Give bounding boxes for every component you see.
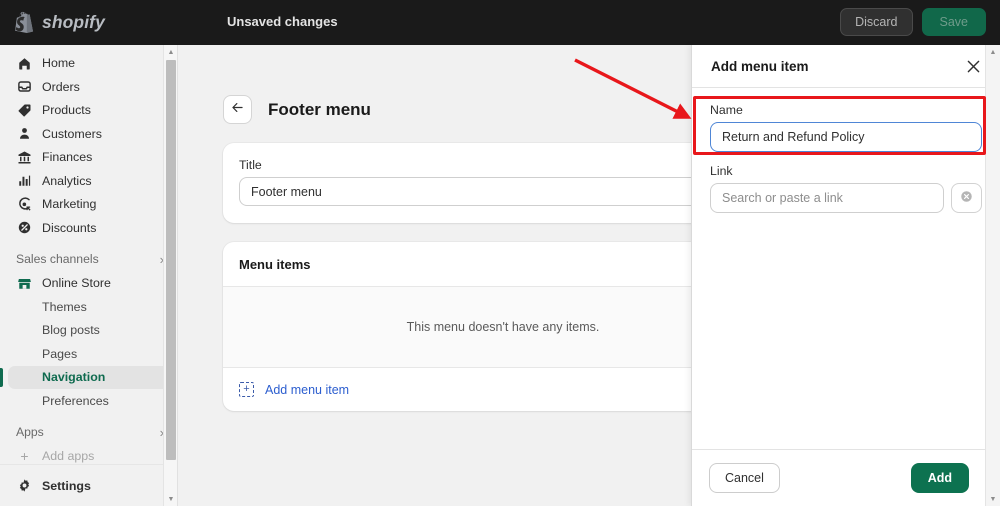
shopify-logo[interactable]: shopify xyxy=(14,11,105,35)
sidebar-item-label: Home xyxy=(42,56,76,71)
scroll-up-arrow-icon[interactable]: ▲ xyxy=(164,45,177,59)
sidebar-section-sales-channels[interactable]: Sales channels › xyxy=(8,248,170,270)
sidebar-item-label: Online Store xyxy=(42,276,111,291)
save-button[interactable]: Save xyxy=(921,8,986,36)
scroll-down-arrow-icon[interactable]: ▼ xyxy=(986,492,1000,506)
empty-state-message: This menu doesn't have any items. xyxy=(223,287,691,367)
add-menu-item-drawer: Add menu item Name Link Cancel Add xyxy=(691,45,1000,506)
sidebar-item-discounts[interactable]: Discounts xyxy=(8,217,170,240)
link-field-row xyxy=(710,183,982,213)
sidebar-item-navigation[interactable]: Navigation xyxy=(0,366,170,389)
menu-items-heading: Menu items xyxy=(239,257,311,272)
sales-channels-label: Sales channels xyxy=(16,252,99,266)
sidebar-item-label: Blog posts xyxy=(42,323,100,338)
sidebar-item-label: Discounts xyxy=(42,220,97,235)
drawer-footer: Cancel Add xyxy=(692,449,986,506)
sidebar-item-products[interactable]: Products xyxy=(8,99,170,122)
sidebar-item-label: Navigation xyxy=(42,370,106,385)
sidebar-item-pages[interactable]: Pages xyxy=(8,343,170,366)
sidebar-item-home[interactable]: Home xyxy=(8,52,170,75)
sidebar-section-apps[interactable]: Apps › xyxy=(8,421,170,443)
sidebar-item-analytics[interactable]: Analytics xyxy=(8,170,170,193)
sidebar-scroll-area: Home Orders Products Customers Finances … xyxy=(0,45,177,465)
sidebar: Home Orders Products Customers Finances … xyxy=(0,45,178,506)
analytics-bars-icon xyxy=(16,172,33,189)
arrow-left-icon xyxy=(231,101,244,119)
clear-link-button[interactable] xyxy=(951,183,982,213)
add-menu-item-label: Add menu item xyxy=(265,382,350,397)
products-tag-icon xyxy=(16,102,33,119)
sidebar-item-label: Themes xyxy=(42,299,87,314)
sidebar-item-label: Customers xyxy=(42,126,102,141)
sidebar-item-marketing[interactable]: Marketing xyxy=(8,193,170,216)
sidebar-footer: Settings xyxy=(0,464,177,506)
marketing-megaphone-icon xyxy=(16,196,33,213)
main-content: Footer menu Title Menu items This menu d… xyxy=(178,45,691,506)
sidebar-item-customers[interactable]: Customers xyxy=(8,123,170,146)
sidebar-item-settings[interactable]: Settings xyxy=(8,474,170,497)
scroll-up-arrow-icon[interactable]: ▲ xyxy=(986,45,1000,59)
sidebar-item-label: Pages xyxy=(42,346,78,361)
page-title: Footer menu xyxy=(268,99,371,119)
title-field-label: Title xyxy=(239,158,262,172)
sidebar-item-label: Marketing xyxy=(42,197,97,212)
name-input[interactable] xyxy=(710,122,982,152)
page-header: Footer menu xyxy=(223,95,691,124)
shopify-bag-icon xyxy=(15,11,34,33)
topbar-actions: Discard Save xyxy=(840,8,986,36)
sidebar-scrollbar-thumb[interactable] xyxy=(166,60,176,460)
back-button[interactable] xyxy=(223,95,252,124)
drawer-scrollbar[interactable]: ▲ ▼ xyxy=(985,45,1000,506)
sidebar-item-label: Analytics xyxy=(42,173,92,188)
close-icon[interactable] xyxy=(962,55,984,77)
drawer-title: Add menu item xyxy=(711,58,809,74)
customer-person-icon xyxy=(16,125,33,142)
orders-inbox-icon xyxy=(16,78,33,95)
sidebar-item-blog-posts[interactable]: Blog posts xyxy=(8,319,170,342)
gear-icon xyxy=(16,477,33,494)
sidebar-item-label: Finances xyxy=(42,150,93,165)
top-bar: shopify Unsaved changes Discard Save xyxy=(0,0,1000,45)
brand-wordmark: shopify xyxy=(42,12,105,32)
unsaved-changes-status: Unsaved changes xyxy=(227,14,338,29)
sidebar-item-online-store[interactable]: Online Store xyxy=(8,272,170,295)
sidebar-item-label: Products xyxy=(42,103,91,118)
discounts-tag-icon xyxy=(16,219,33,236)
sidebar-item-add-apps[interactable]: + Add apps xyxy=(8,445,170,465)
sidebar-item-orders[interactable]: Orders xyxy=(8,76,170,99)
sidebar-scrollbar[interactable]: ▲ ▼ xyxy=(163,45,177,506)
link-field-label: Link xyxy=(710,164,733,178)
scroll-down-arrow-icon[interactable]: ▼ xyxy=(164,492,177,506)
apps-label: Apps xyxy=(16,425,44,439)
title-card: Title xyxy=(223,143,691,223)
sidebar-item-preferences[interactable]: Preferences xyxy=(8,390,170,413)
plus-square-dashed-icon: + xyxy=(239,382,254,397)
name-field-label: Name xyxy=(710,103,743,117)
add-menu-item-button[interactable]: + Add menu item xyxy=(223,368,691,411)
drawer-body: Name Link xyxy=(692,88,1000,213)
plus-icon: + xyxy=(20,448,29,465)
home-icon xyxy=(16,55,33,72)
finances-bank-icon xyxy=(16,149,33,166)
drawer-header: Add menu item xyxy=(692,45,1000,88)
sidebar-item-label: Settings xyxy=(42,478,91,493)
sidebar-item-label: Preferences xyxy=(42,393,109,408)
sidebar-item-label: Add apps xyxy=(42,449,95,464)
link-input[interactable] xyxy=(710,183,944,213)
title-input[interactable] xyxy=(239,177,691,206)
shopify-admin-screen: shopify Unsaved changes Discard Save Hom… xyxy=(0,0,1000,506)
sidebar-item-label: Orders xyxy=(42,79,80,94)
clear-circle-x-icon xyxy=(959,189,974,207)
sidebar-item-finances[interactable]: Finances xyxy=(8,146,170,169)
cancel-button[interactable]: Cancel xyxy=(709,463,780,493)
online-store-icon xyxy=(16,275,33,292)
sidebar-item-themes[interactable]: Themes xyxy=(8,296,170,319)
discard-button[interactable]: Discard xyxy=(840,8,913,36)
add-button[interactable]: Add xyxy=(910,463,969,493)
menu-items-card: Menu items This menu doesn't have any it… xyxy=(223,242,691,411)
